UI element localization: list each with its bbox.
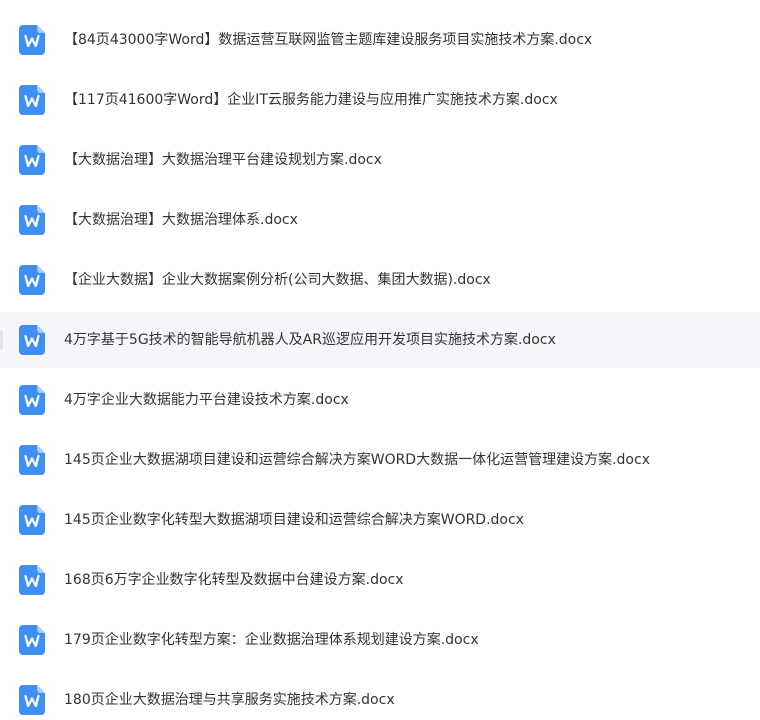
file-name: 180页企业大数据治理与共享服务实施技术方案.docx: [64, 692, 395, 708]
file-name: 【117页41600字Word】企业IT云服务能力建设与应用推广实施技术方案.d…: [64, 92, 558, 108]
file-name: 4万字基于5G技术的智能导航机器人及AR巡逻应用开发项目实施技术方案.docx: [64, 332, 556, 348]
word-doc-icon: [19, 325, 45, 355]
file-row[interactable]: 【企业大数据】企业大数据案例分析(公司大数据、集团大数据).docx: [0, 252, 760, 308]
file-row[interactable]: 【大数据治理】大数据治理体系.docx: [0, 192, 760, 248]
file-row[interactable]: 179页企业数字化转型方案：企业数据治理体系规划建设方案.docx: [0, 612, 760, 668]
file-row[interactable]: 4万字基于5G技术的智能导航机器人及AR巡逻应用开发项目实施技术方案.docx: [0, 312, 760, 368]
file-list: 【84页43000字Word】数据运营互联网监管主题库建设服务项目实施技术方案.…: [0, 0, 760, 720]
file-row[interactable]: 4万字企业大数据能力平台建设技术方案.docx: [0, 372, 760, 428]
file-row[interactable]: 【84页43000字Word】数据运营互联网监管主题库建设服务项目实施技术方案.…: [0, 12, 760, 68]
word-doc-icon: [19, 205, 45, 235]
file-name: 【企业大数据】企业大数据案例分析(公司大数据、集团大数据).docx: [64, 272, 491, 288]
file-name: 【84页43000字Word】数据运营互联网监管主题库建设服务项目实施技术方案.…: [64, 32, 593, 48]
file-row[interactable]: 168页6万字企业数字化转型及数据中台建设方案.docx: [0, 552, 760, 608]
word-doc-icon: [19, 625, 45, 655]
file-row[interactable]: 180页企业大数据治理与共享服务实施技术方案.docx: [0, 672, 760, 720]
word-doc-icon: [19, 265, 45, 295]
word-doc-icon: [19, 85, 45, 115]
word-doc-icon: [19, 445, 45, 475]
word-doc-icon: [19, 145, 45, 175]
file-row[interactable]: 【117页41600字Word】企业IT云服务能力建设与应用推广实施技术方案.d…: [0, 72, 760, 128]
file-name: 【大数据治理】大数据治理体系.docx: [64, 212, 298, 228]
file-row[interactable]: 145页企业大数据湖项目建设和运营综合解决方案WORD大数据一体化运营管理建设方…: [0, 432, 760, 488]
file-name: 145页企业大数据湖项目建设和运营综合解决方案WORD大数据一体化运营管理建设方…: [64, 452, 650, 468]
file-name: 145页企业数字化转型大数据湖项目建设和运营综合解决方案WORD.docx: [64, 512, 524, 528]
file-name: 168页6万字企业数字化转型及数据中台建设方案.docx: [64, 572, 404, 588]
word-doc-icon: [19, 565, 45, 595]
word-doc-icon: [19, 505, 45, 535]
word-doc-icon: [19, 25, 45, 55]
file-name: 179页企业数字化转型方案：企业数据治理体系规划建设方案.docx: [64, 632, 479, 648]
row-hover-marker: [0, 330, 3, 350]
file-name: 【大数据治理】大数据治理平台建设规划方案.docx: [64, 152, 382, 168]
file-row[interactable]: 145页企业数字化转型大数据湖项目建设和运营综合解决方案WORD.docx: [0, 492, 760, 548]
file-row[interactable]: 【大数据治理】大数据治理平台建设规划方案.docx: [0, 132, 760, 188]
word-doc-icon: [19, 385, 45, 415]
file-name: 4万字企业大数据能力平台建设技术方案.docx: [64, 392, 349, 408]
word-doc-icon: [19, 685, 45, 715]
